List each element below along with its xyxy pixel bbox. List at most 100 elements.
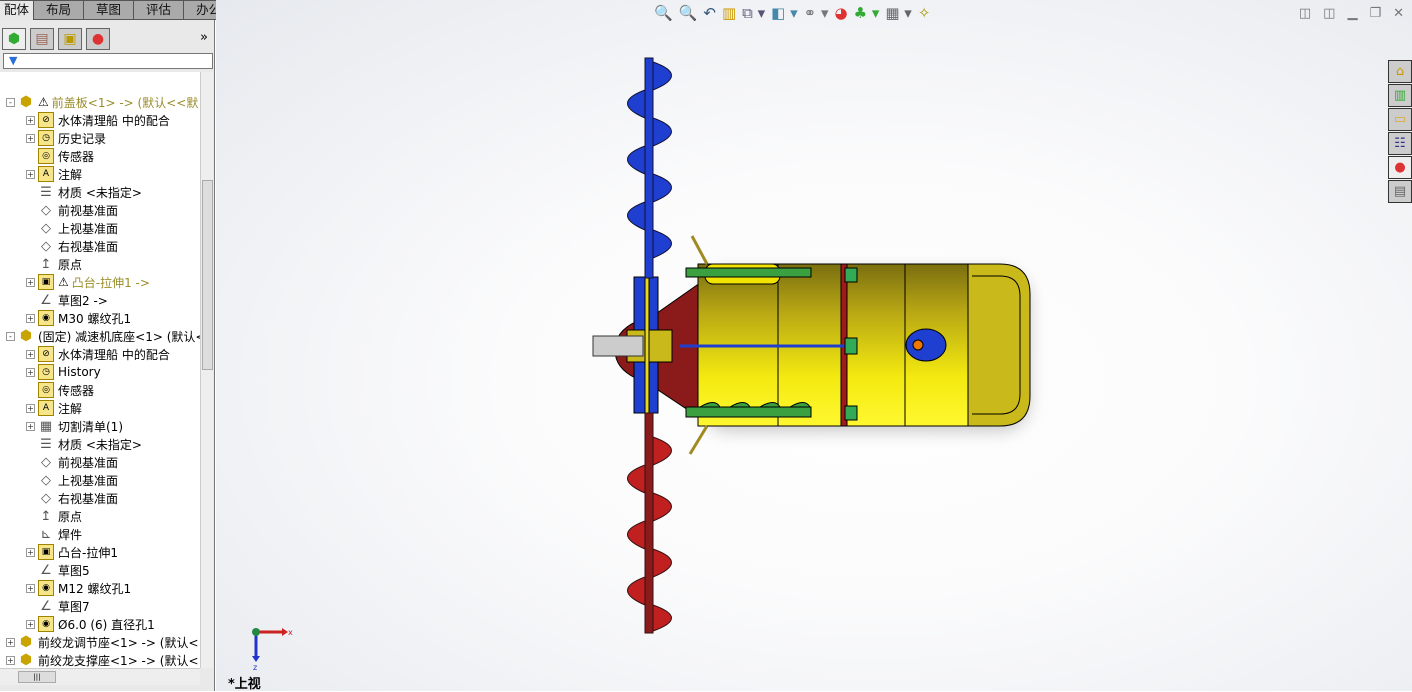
tree-item[interactable]: + ⊘ 水体清理船 中的配合 <box>26 345 170 363</box>
tree-item[interactable]: ◇ 上视基准面 <box>26 471 118 489</box>
tree-item[interactable]: + ▣ ⚠ 凸台-拉伸1 -> <box>26 273 150 291</box>
tree-item[interactable]: + ▦ 切割清单(1) <box>26 417 123 435</box>
plane-icon: ◇ <box>41 220 51 236</box>
expand-toggle[interactable]: + <box>6 637 15 647</box>
expand-toggle[interactable]: + <box>26 403 35 413</box>
feature-manager-tab[interactable]: ⬢ <box>2 28 26 50</box>
coordinate-triad: x z <box>252 628 293 672</box>
tree-item-label: 传感器 <box>58 383 95 398</box>
expand-toggle[interactable]: + <box>26 547 35 557</box>
property-manager-icon: ▤ <box>35 31 49 47</box>
tree-filter[interactable]: ▼ <box>3 53 213 69</box>
tab-3[interactable]: 评估 <box>134 0 185 20</box>
panel-tabs: ⬢ ▤ ▣ ● <box>2 28 114 50</box>
tree-item-label: 传感器 <box>58 149 95 164</box>
tree-item-label: 草图5 <box>58 563 90 578</box>
hole-icon: ◉ <box>38 616 54 632</box>
expand-toggle[interactable]: + <box>26 349 35 359</box>
view-orientation-label: *上视 <box>228 677 261 692</box>
tree-item[interactable]: + ⬢ 前绞龙调节座<1> -> (默认< <box>6 633 199 651</box>
tree-connector <box>26 386 35 395</box>
tree-connector <box>26 602 35 611</box>
tree-item[interactable]: ☰ 材质 <未指定> <box>26 183 142 201</box>
tree-item[interactable]: ◇ 右视基准面 <box>26 489 118 507</box>
tree-item[interactable]: ◇ 前视基准面 <box>26 201 118 219</box>
motor <box>592 335 644 357</box>
tree-item[interactable]: ◇ 前视基准面 <box>26 453 118 471</box>
tree-item[interactable]: + ◉ Ø6.0 (6) 直径孔1 <box>26 615 155 633</box>
sensor-icon: ◎ <box>38 382 54 398</box>
expand-toggle[interactable]: + <box>26 583 35 593</box>
tree-item[interactable]: ◎ 传感器 <box>26 381 94 399</box>
tree-item-label: 凸台-拉伸1 <box>58 545 118 560</box>
tree-connector <box>26 152 35 161</box>
water-cleaning-boat-model <box>592 57 1031 634</box>
mates-icon: ⊘ <box>38 346 54 362</box>
tree-item[interactable]: + ⊘ 水体清理船 中的配合 <box>26 111 170 129</box>
tree-horizontal-scrollbar[interactable]: ||| <box>0 668 200 685</box>
tree-item[interactable]: + A 注解 <box>26 399 82 417</box>
tree-item[interactable]: ∠ 草图2 -> <box>26 291 108 309</box>
material-icon: ☰ <box>40 184 52 200</box>
tree-item[interactable]: + A 注解 <box>26 165 82 183</box>
expand-toggle[interactable]: + <box>26 115 35 125</box>
tree-item[interactable]: ↥ 原点 <box>26 507 82 525</box>
tree-item[interactable]: + ▣ 凸台-拉伸1 <box>26 543 118 561</box>
plane-icon: ◇ <box>41 454 51 470</box>
tree-item-label: 水体清理船 中的配合 <box>58 347 170 362</box>
tree-item[interactable]: - ⬢ (固定) 减速机底座<1> (默认< <box>6 327 200 345</box>
expand-toggle[interactable]: + <box>26 313 35 323</box>
scroll-thumb[interactable]: ||| <box>18 671 56 683</box>
tree-item[interactable]: ◇ 上视基准面 <box>26 219 118 237</box>
tree-item[interactable]: ☰ 材质 <未指定> <box>26 435 142 453</box>
expand-toggle[interactable]: + <box>26 133 35 143</box>
scroll-thumb[interactable] <box>202 180 213 370</box>
tree-item-label: 草图2 -> <box>58 293 108 308</box>
tree-connector <box>26 188 35 197</box>
tree-item[interactable]: ∠ 草图7 <box>26 597 89 615</box>
tree-item-label: 材质 <未指定> <box>58 437 142 452</box>
tab-1[interactable]: 布局 <box>34 0 85 20</box>
expand-toggle[interactable]: + <box>6 655 15 665</box>
tree-item[interactable]: + ⬢ 前绞龙支撑座<1> -> (默认< <box>6 651 199 668</box>
expand-toggle[interactable]: + <box>26 367 35 377</box>
tree-item-label: 前绞龙支撑座<1> -> (默认< <box>38 653 199 668</box>
tree-vertical-scrollbar[interactable] <box>200 72 213 668</box>
plane-icon: ◇ <box>41 472 51 488</box>
model-view: x z <box>252 57 1031 672</box>
tab-2[interactable]: 草图 <box>84 0 135 20</box>
tree-item[interactable]: + ◉ M30 螺纹孔1 <box>26 309 131 327</box>
expand-toggle[interactable]: - <box>6 97 15 107</box>
config-manager-tab[interactable]: ▣ <box>58 28 82 50</box>
expand-toggle[interactable]: + <box>26 619 35 629</box>
expand-toggle[interactable]: + <box>26 421 35 431</box>
expand-toggle[interactable]: - <box>6 331 15 341</box>
tree-item[interactable]: ∠ 草图5 <box>26 561 90 579</box>
tree-item[interactable]: + ◷ History <box>26 363 101 381</box>
more-tabs-button[interactable]: » <box>200 30 208 45</box>
tree-item[interactable]: ↥ 原点 <box>26 255 82 273</box>
tree-item[interactable]: - ⬢ ⚠ 前盖板<1> -> (默认<<默 <box>6 93 198 111</box>
history-icon: ◷ <box>38 364 54 380</box>
tree-connector <box>26 476 35 485</box>
display-manager-icon: ● <box>91 31 105 47</box>
display-manager-tab[interactable]: ● <box>86 28 110 50</box>
hole-icon: ◉ <box>38 580 54 596</box>
tree-connector <box>26 242 35 251</box>
expand-toggle[interactable]: + <box>26 277 35 287</box>
tree-item[interactable]: + ◉ M12 螺纹孔1 <box>26 579 131 597</box>
property-manager-tab[interactable]: ▤ <box>30 28 54 50</box>
tree-item[interactable]: ⊾ 焊件 <box>26 525 82 543</box>
expand-toggle[interactable]: + <box>26 169 35 179</box>
left-auger-shaft <box>644 57 654 279</box>
warning-icon: ⚠ <box>38 95 49 109</box>
graphics-area[interactable]: 🔍 🔍 ↶ ▥ ⧉ ▾ ◧ ▾ ⚭ ▾ ◕ ♣ ▾ ▦ ▾ ✧ ◫ ◫ ▁ ❐ … <box>216 0 1412 692</box>
tree-item[interactable]: ◎ 传感器 <box>26 147 94 165</box>
tree-item[interactable]: ◇ 右视基准面 <box>26 237 118 255</box>
tree-item-label: 原点 <box>58 257 83 272</box>
hull-stern <box>967 263 1031 427</box>
tab-0[interactable]: 配体 <box>0 0 35 20</box>
tree-item[interactable]: + ◷ 历史记录 <box>26 129 106 147</box>
extrude-icon: ▣ <box>38 544 54 560</box>
warning-icon: ⚠ <box>58 275 69 289</box>
